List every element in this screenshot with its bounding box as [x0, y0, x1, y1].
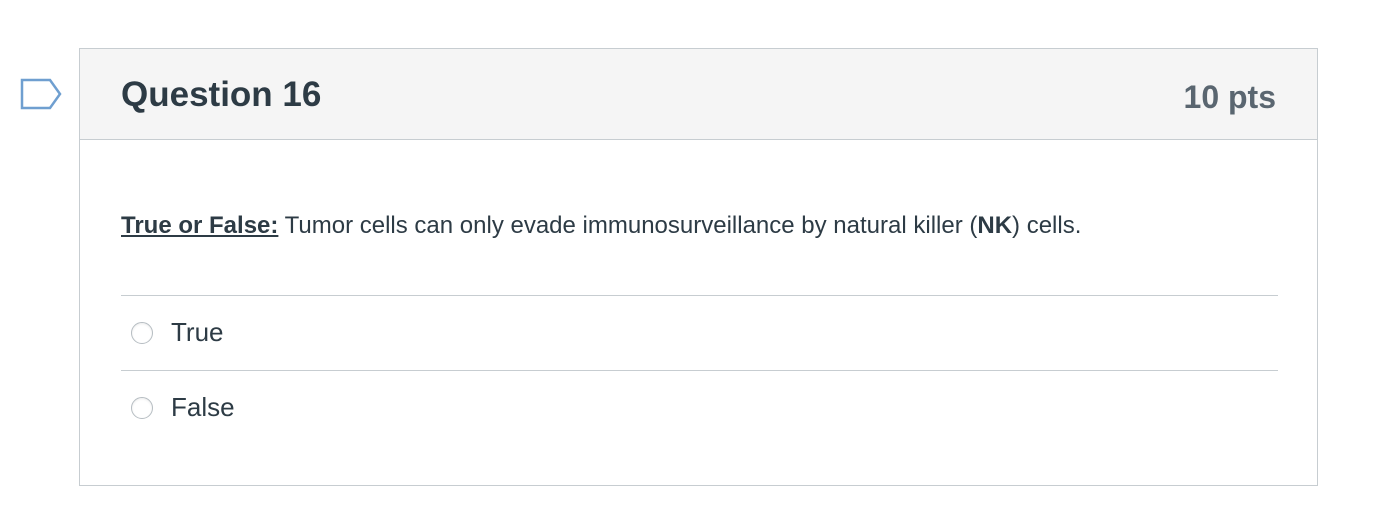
answer-label-true[interactable]: True	[171, 315, 224, 349]
radio-button-false[interactable]	[131, 397, 153, 419]
question-prompt-text-1: Tumor cells can only evade immunosurveil…	[278, 212, 978, 239]
answer-label-false[interactable]: False	[171, 390, 235, 424]
quiz-page: Question 16 10 pts True or False: Tumor …	[0, 0, 1388, 524]
answer-option-false[interactable]: False	[121, 370, 1278, 445]
question-prompt-lead: True or False:	[121, 212, 279, 239]
question-title: Question 16	[121, 75, 322, 114]
question-prompt: True or False: Tumor cells can only evad…	[121, 210, 1081, 242]
radio-button-true[interactable]	[131, 322, 153, 344]
question-card: Question 16 10 pts True or False: Tumor …	[79, 48, 1318, 486]
question-prompt-text-2: ) cells.	[1012, 212, 1082, 239]
answer-option-true[interactable]: True	[121, 295, 1278, 370]
question-prompt-bold: NK	[977, 212, 1013, 239]
answer-list: True False	[121, 295, 1278, 445]
question-points: 10 pts	[1183, 79, 1276, 115]
question-header: Question 16 10 pts	[80, 49, 1317, 140]
flag-question-icon[interactable]	[20, 78, 62, 110]
